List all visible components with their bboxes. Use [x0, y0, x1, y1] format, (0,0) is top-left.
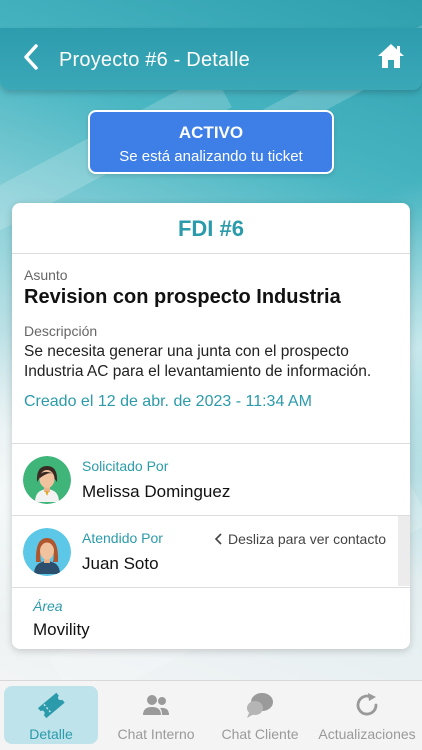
- swipe-hint[interactable]: Desliza para ver contacto: [214, 531, 386, 547]
- area-value: Movility: [33, 620, 90, 639]
- ticket-description: Se necesita generar una junta con el pro…: [24, 343, 372, 380]
- swipe-track: [398, 516, 410, 586]
- back-button[interactable]: [18, 42, 46, 72]
- avatar: [23, 456, 71, 504]
- ticket-card: FDI #6 Asunto Revision con prospecto Ind…: [12, 203, 410, 649]
- tab-label: Actualizaciones: [318, 726, 416, 742]
- tab-label: Detalle: [29, 726, 73, 742]
- area-row: Área Movility: [12, 587, 410, 649]
- chevron-left-icon: [214, 533, 222, 545]
- ticket-subject: Revision con prospecto Industria: [24, 286, 341, 308]
- tab-detalle[interactable]: Detalle: [0, 681, 102, 750]
- attended-by-name: Juan Soto: [82, 554, 159, 573]
- swipe-hint-text: Desliza para ver contacto: [228, 531, 386, 547]
- woman-avatar-icon: [23, 528, 71, 576]
- chevron-left-icon: [24, 44, 38, 70]
- status-label: ACTIVO: [178, 123, 244, 142]
- attended-by-row[interactable]: Atendido Por Juan Soto Desliza para ver …: [12, 515, 410, 587]
- page-title: Proyecto #6 - Detalle: [59, 49, 250, 71]
- tab-actualizaciones[interactable]: Actualizaciones: [312, 681, 422, 750]
- created-date: Creado el 12 de abr. de 2023 - 11:34 AM: [24, 393, 312, 410]
- chat-bubbles-icon: [245, 690, 275, 720]
- area-label: Área: [33, 598, 63, 614]
- home-icon: [378, 44, 404, 68]
- woman-avatar-icon: [23, 456, 71, 504]
- tab-label: Chat Interno: [117, 726, 195, 742]
- tab-chat-cliente[interactable]: Chat Cliente: [210, 681, 310, 750]
- ticket-icon: [36, 690, 66, 720]
- status-badge: ACTIVO Se está analizando tu ticket: [88, 110, 334, 174]
- people-icon: [141, 690, 171, 720]
- tab-label: Chat Cliente: [221, 726, 299, 742]
- tab-bar: Detalle Chat Interno Chat Cliente Actual…: [0, 680, 422, 750]
- refresh-icon: [352, 690, 382, 720]
- tab-chat-interno[interactable]: Chat Interno: [106, 681, 206, 750]
- requested-by-row: Solicitado Por Melissa Dominguez: [12, 443, 410, 515]
- description-label: Descripción: [24, 323, 98, 339]
- requested-by-name: Melissa Dominguez: [82, 482, 231, 501]
- status-message: Se está analizando tu ticket: [119, 148, 303, 165]
- home-button[interactable]: [376, 41, 406, 71]
- requested-by-label: Solicitado Por: [82, 458, 169, 474]
- header-bar: Proyecto #6 - Detalle: [0, 28, 422, 90]
- subject-label: Asunto: [24, 267, 68, 283]
- ticket-title: FDI #6: [12, 203, 410, 254]
- avatar: [23, 528, 71, 576]
- attended-by-label: Atendido Por: [82, 530, 163, 546]
